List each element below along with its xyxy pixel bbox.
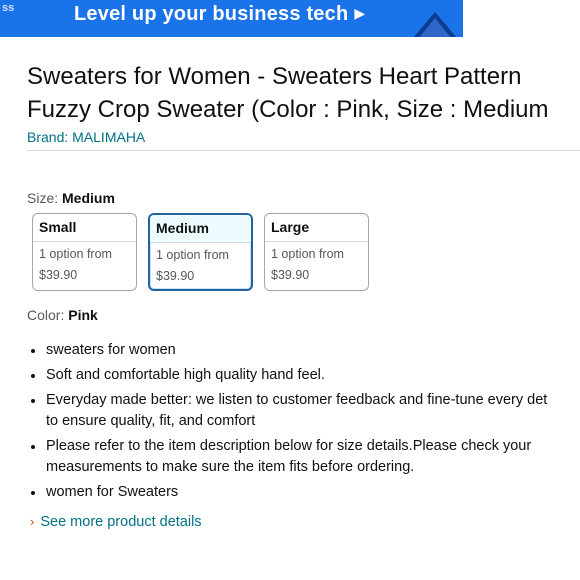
- product-title-line1: Sweaters for Women - Sweaters Heart Patt…: [27, 63, 522, 90]
- see-more-link[interactable]: › See more product details: [30, 514, 202, 530]
- selected-color: Pink: [68, 307, 98, 323]
- feature-bullet: Please refer to the item description bel…: [27, 436, 580, 478]
- feature-bullets: sweaters for women Soft and comfortable …: [27, 340, 580, 507]
- size-option-name: Medium: [150, 215, 251, 243]
- feature-bullet: Soft and comfortable high quality hand f…: [27, 365, 580, 386]
- chevron-right-icon: ›: [30, 514, 35, 529]
- banner-graphic-inner: [419, 18, 451, 37]
- size-option-price: $39.90: [271, 268, 310, 282]
- product-title: Sweaters for Women - Sweaters Heart Patt…: [27, 60, 580, 126]
- size-option-name: Small: [33, 214, 136, 242]
- size-option-name: Large: [265, 214, 368, 242]
- size-option-price: $39.90: [156, 269, 195, 283]
- size-option-availability: 1 option from: [156, 248, 229, 262]
- play-arrow-icon: ▶: [354, 5, 366, 21]
- banner-headline[interactable]: Level up your business tech ▶: [74, 0, 365, 27]
- color-label: Color: Pink: [27, 307, 98, 323]
- banner-edge-text: ss: [2, 2, 15, 14]
- ad-banner[interactable]: ss Level up your business tech ▶: [0, 0, 463, 37]
- divider: [27, 150, 580, 151]
- size-option-large[interactable]: Large 1 option from $39.90: [264, 213, 369, 291]
- selected-size: Medium: [62, 190, 115, 206]
- size-option-medium[interactable]: Medium 1 option from $39.90: [148, 213, 253, 291]
- product-title-line2: Fuzzy Crop Sweater (Color : Pink, Size :…: [27, 96, 549, 123]
- size-option-small[interactable]: Small 1 option from $39.90: [32, 213, 137, 291]
- size-option-price: $39.90: [39, 268, 78, 282]
- brand-link[interactable]: Brand: MALIMAHA: [27, 129, 145, 145]
- feature-bullet: sweaters for women: [27, 340, 580, 361]
- size-option-availability: 1 option from: [39, 247, 112, 261]
- feature-bullet: women for Sweaters: [27, 482, 580, 503]
- size-option-availability: 1 option from: [271, 247, 344, 261]
- size-label: Size: Medium: [27, 190, 115, 206]
- feature-bullet: Everyday made better: we listen to custo…: [27, 390, 580, 432]
